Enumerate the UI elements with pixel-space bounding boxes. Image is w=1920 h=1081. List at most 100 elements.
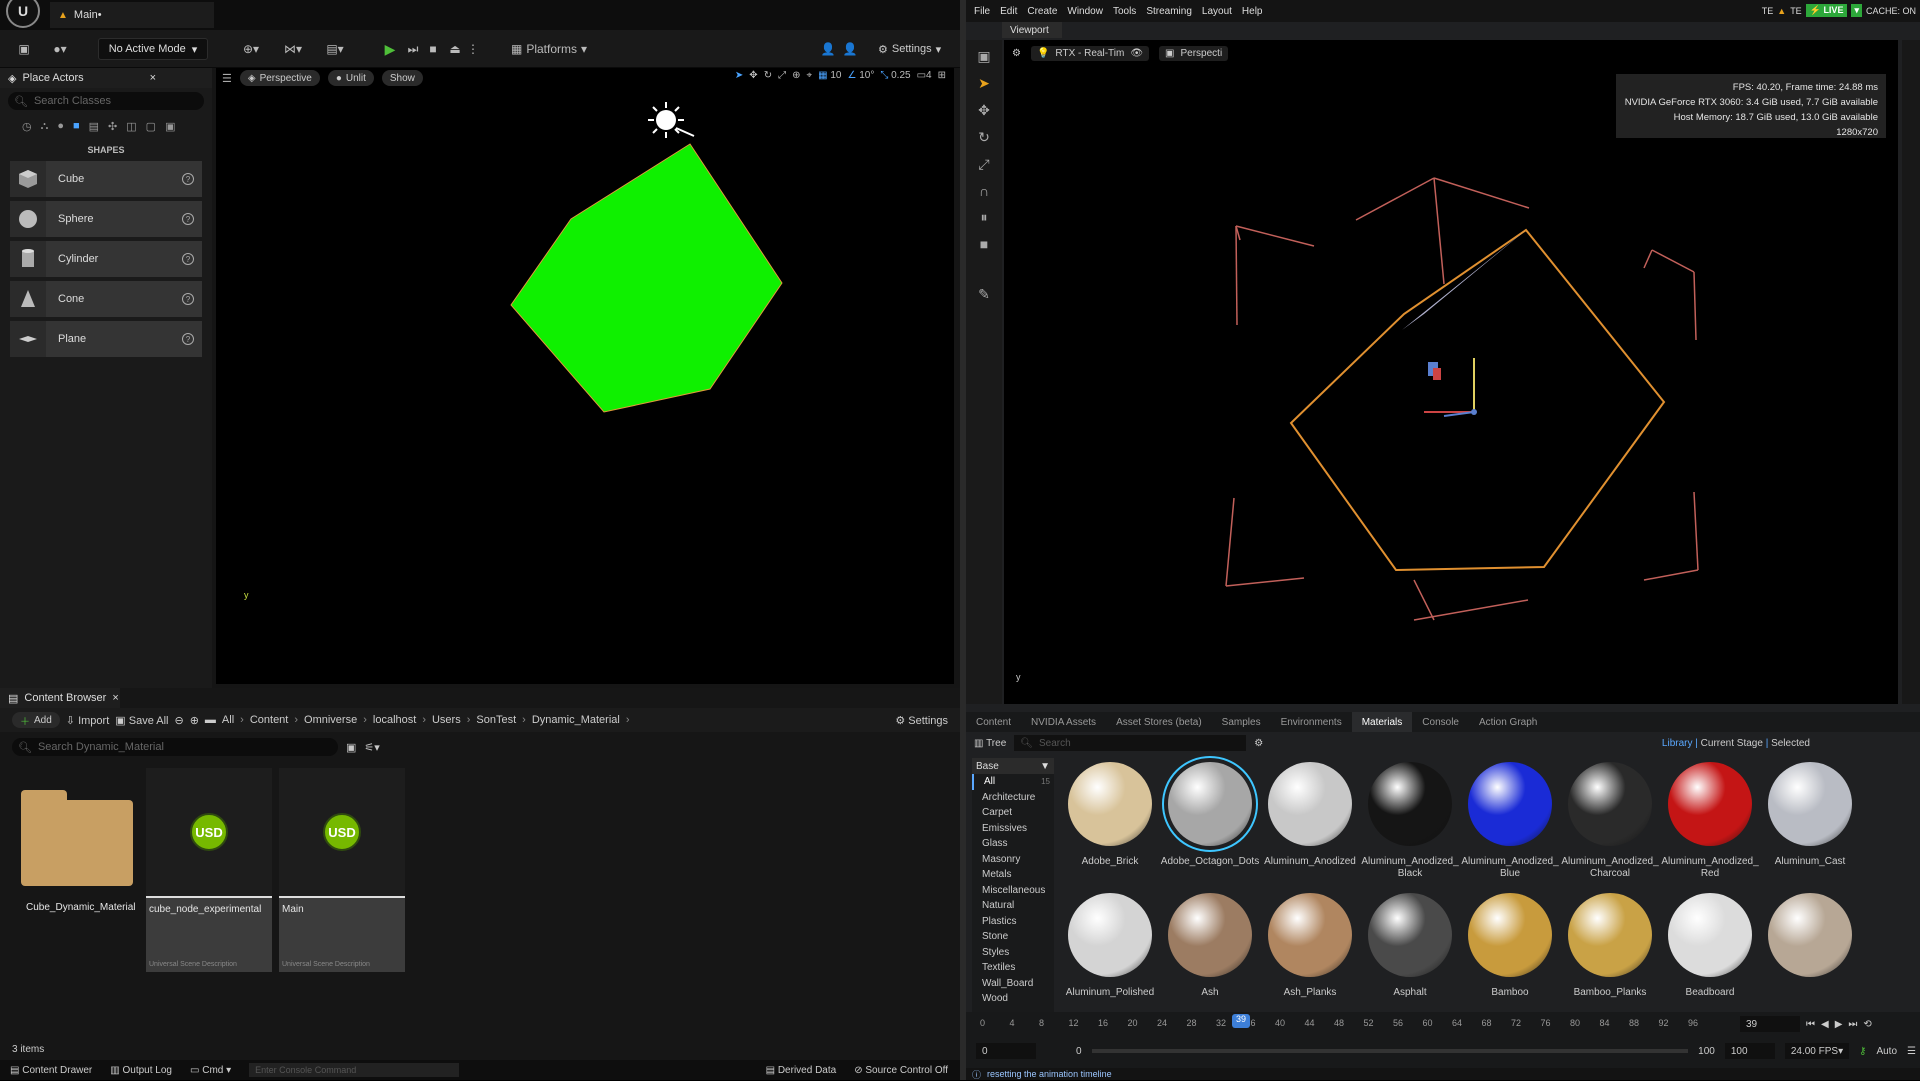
save-search-icon[interactable]: ▣ [346, 741, 356, 754]
tab-environments[interactable]: Environments [1271, 712, 1352, 732]
output-log-button[interactable]: ▥ Output Log [110, 1065, 172, 1076]
content-search-input[interactable]: 🔍︎ Search Dynamic_Material [12, 738, 338, 756]
level-viewport[interactable]: ☰ ◈ Perspective ● Unlit Show ➤ ✥ ↻ ⤢ ⊕ ⌖ ▦… [216, 68, 954, 684]
cache-status[interactable]: CACHE: ON [1866, 6, 1916, 16]
menu-create[interactable]: Create [1027, 6, 1057, 17]
camera-tool-icon[interactable]: ▣ [977, 48, 990, 65]
import-button[interactable]: ⇩ Import [66, 714, 109, 727]
filter-icon[interactable]: ⚟▾ [364, 741, 379, 754]
crumb-localhost[interactable]: localhost [373, 714, 416, 726]
add-actor-icon[interactable]: ⊕▾ [236, 38, 266, 60]
move-tool-icon[interactable]: ✥ [978, 102, 990, 119]
live-badge[interactable]: ⚡ LIVE [1805, 4, 1848, 17]
menu-layout[interactable]: Layout [1202, 6, 1232, 17]
tab-nvidia-assets[interactable]: NVIDIA Assets [1021, 712, 1106, 732]
live-user-icon[interactable]: 👤 [840, 38, 860, 60]
end-frame-field[interactable]: 100 [1724, 1043, 1775, 1059]
range-slider[interactable] [1091, 1049, 1689, 1053]
cb-settings-button[interactable]: ⚙ Settings [895, 714, 948, 727]
source-control-icon[interactable]: ●▾ [46, 38, 74, 60]
eject-icon[interactable]: ⏏ [446, 38, 464, 60]
cinematics-icon[interactable]: ▤▾ [320, 38, 350, 60]
history-forward-icon[interactable]: ⊕ [190, 714, 199, 727]
tab-materials[interactable]: Materials [1351, 712, 1413, 732]
select-tool-icon[interactable]: ➤ [978, 75, 990, 92]
tree-item[interactable]: Emissives [972, 821, 1054, 837]
lights-icon[interactable]: ● [57, 120, 64, 133]
omniverse-viewport[interactable]: ⚙ 💡 RTX - Real-Tim 👁 ▣ Perspecti FPS: 40.20… [1004, 40, 1898, 704]
derived-data-button[interactable]: ▤ Derived Data [766, 1065, 837, 1076]
save-all-button[interactable]: ▣ Save All [115, 714, 168, 727]
material-tile[interactable]: Aluminum_Cast [1760, 756, 1860, 887]
te-badge[interactable]: TE [1762, 6, 1774, 16]
help-icon[interactable]: ? [182, 213, 194, 225]
tree-item[interactable]: Plastics [972, 914, 1054, 930]
visual-effects-icon[interactable]: ✣ [108, 120, 117, 133]
material-tile[interactable]: Aluminum_Anodized_ Red [1660, 756, 1760, 887]
platforms-button[interactable]: ▦ Platforms ▾ [506, 38, 592, 60]
base-dropdown[interactable]: Base ▼ [972, 758, 1054, 774]
material-tile[interactable]: Adobe_Brick [1060, 756, 1160, 887]
pause-icon[interactable]: ⏸ [981, 209, 988, 226]
recent-icon[interactable]: ◷ [22, 120, 32, 133]
tree-item[interactable]: Carpet [972, 805, 1054, 821]
add-button[interactable]: ＋ Add [12, 712, 60, 728]
save-icon[interactable]: ▣ [14, 38, 34, 60]
extra-icon[interactable]: ▣ [165, 120, 175, 133]
selected-link[interactable]: Selected [1771, 738, 1810, 749]
prev-frame-icon[interactable]: ◀ [1821, 1019, 1829, 1030]
material-tile[interactable]: Adobe_Octagon_Dots [1160, 756, 1260, 887]
user-icon[interactable]: 👤 [818, 38, 838, 60]
actor-cylinder[interactable]: Cylinder? [10, 241, 202, 277]
material-tile[interactable]: Aluminum_Anodized_ Blue [1460, 756, 1560, 887]
loop-icon[interactable]: ⟲ [1863, 1019, 1871, 1030]
stop-icon[interactable]: ■ [424, 38, 442, 60]
tree-toggle[interactable]: ▥ Tree [974, 738, 1006, 749]
material-tile[interactable] [1760, 887, 1860, 1018]
material-tile[interactable]: Bamboo_Planks [1560, 887, 1660, 1018]
cinematic-icon[interactable]: ▤ [89, 120, 99, 133]
console-input[interactable]: Enter Console Command [249, 1063, 460, 1077]
material-tile[interactable]: Aluminum_Anodized [1260, 756, 1360, 887]
material-tile[interactable]: Asphalt [1360, 887, 1460, 1018]
fps-dropdown[interactable]: 24.00 FPS ▾ [1784, 1043, 1850, 1059]
step-icon[interactable]: ⏭ [404, 38, 422, 60]
timeline-ruler[interactable]: 0 4 8 12 16 20 24 28 32 36 40 44 48 52 56 60 64 68 72 76 80 8… [980, 1014, 1720, 1034]
actor-plane[interactable]: Plane? [10, 321, 202, 357]
library-link[interactable]: Library [1662, 738, 1693, 749]
viewport-tab[interactable]: Viewport [1002, 22, 1062, 38]
auto-label[interactable]: Auto [1876, 1046, 1897, 1057]
source-control-button[interactable]: ⊘ Source Control Off [854, 1065, 948, 1076]
brush-tool-icon[interactable]: ✎ [978, 286, 990, 303]
materials-search-input[interactable]: 🔍︎ Search [1014, 735, 1247, 751]
menu-streaming[interactable]: Streaming [1146, 6, 1192, 17]
crumb-omniverse[interactable]: Omniverse [304, 714, 357, 726]
tab-asset-stores[interactable]: Asset Stores (beta) [1106, 712, 1212, 732]
menu-tools[interactable]: Tools [1113, 6, 1136, 17]
material-tile[interactable]: Ash [1160, 887, 1260, 1018]
next-frame-icon[interactable]: ⏭ [1848, 1019, 1857, 1030]
tab-samples[interactable]: Samples [1212, 712, 1271, 732]
cmd-dropdown[interactable]: ▭ Cmd ▾ [190, 1065, 231, 1076]
actor-cube[interactable]: Cube? [10, 161, 202, 197]
list-icon[interactable]: ☰ [1907, 1046, 1916, 1057]
help-icon[interactable]: ? [182, 333, 194, 345]
tab-content[interactable]: Content [966, 712, 1021, 732]
content-browser-tab[interactable]: ▤ Content Browser × [0, 688, 120, 708]
key-icon[interactable]: ⚷ [1859, 1046, 1866, 1057]
start-frame-field[interactable]: 0 [976, 1043, 1036, 1059]
tree-item[interactable]: Wall_Board [972, 976, 1054, 992]
history-back-icon[interactable]: ⊖ [174, 714, 183, 727]
menu-help[interactable]: Help [1242, 6, 1263, 17]
tree-item[interactable]: Glass [972, 836, 1054, 852]
asset-tile[interactable]: USD Main Universal Scene Description [279, 768, 405, 972]
live-dropdown-icon[interactable]: ▾ [1851, 4, 1862, 17]
tree-item[interactable]: Architecture [972, 790, 1054, 806]
all-classes-icon[interactable]: ▢ [146, 120, 156, 133]
more-options-icon[interactable]: ⋮ [466, 38, 480, 60]
volumes-icon[interactable]: ◫ [126, 120, 136, 133]
tree-item[interactable]: Metals [972, 867, 1054, 883]
tree-item[interactable]: Masonry [972, 852, 1054, 868]
material-tile[interactable]: Ash_Planks [1260, 887, 1360, 1018]
play-icon[interactable]: ▶ [1835, 1019, 1843, 1030]
